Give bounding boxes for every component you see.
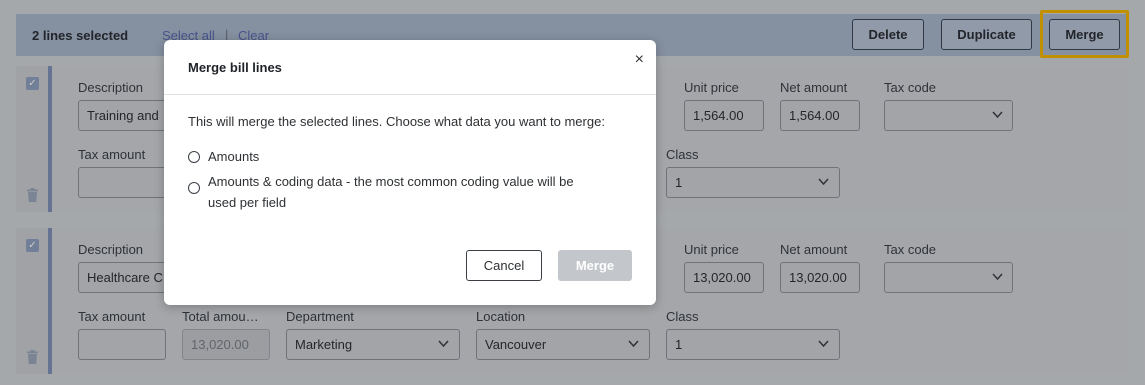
merge-bill-lines-dialog: Merge bill lines × This will merge the s… xyxy=(164,40,656,305)
confirm-merge-button: Merge xyxy=(558,250,632,281)
radio-button[interactable] xyxy=(188,182,200,194)
close-icon[interactable]: × xyxy=(635,51,644,69)
radio-label: Amounts xyxy=(208,149,260,164)
radio-label: Amounts & coding data - the most common … xyxy=(208,174,574,210)
radio-button[interactable] xyxy=(188,151,200,163)
merge-option-amounts-coding[interactable]: Amounts & coding data - the most common … xyxy=(188,174,598,213)
dialog-title: Merge bill lines xyxy=(188,60,282,75)
dialog-divider xyxy=(164,94,656,95)
merge-option-amounts[interactable]: Amounts xyxy=(188,149,608,167)
cancel-button[interactable]: Cancel xyxy=(466,250,542,281)
dialog-description: This will merge the selected lines. Choo… xyxy=(188,114,605,129)
